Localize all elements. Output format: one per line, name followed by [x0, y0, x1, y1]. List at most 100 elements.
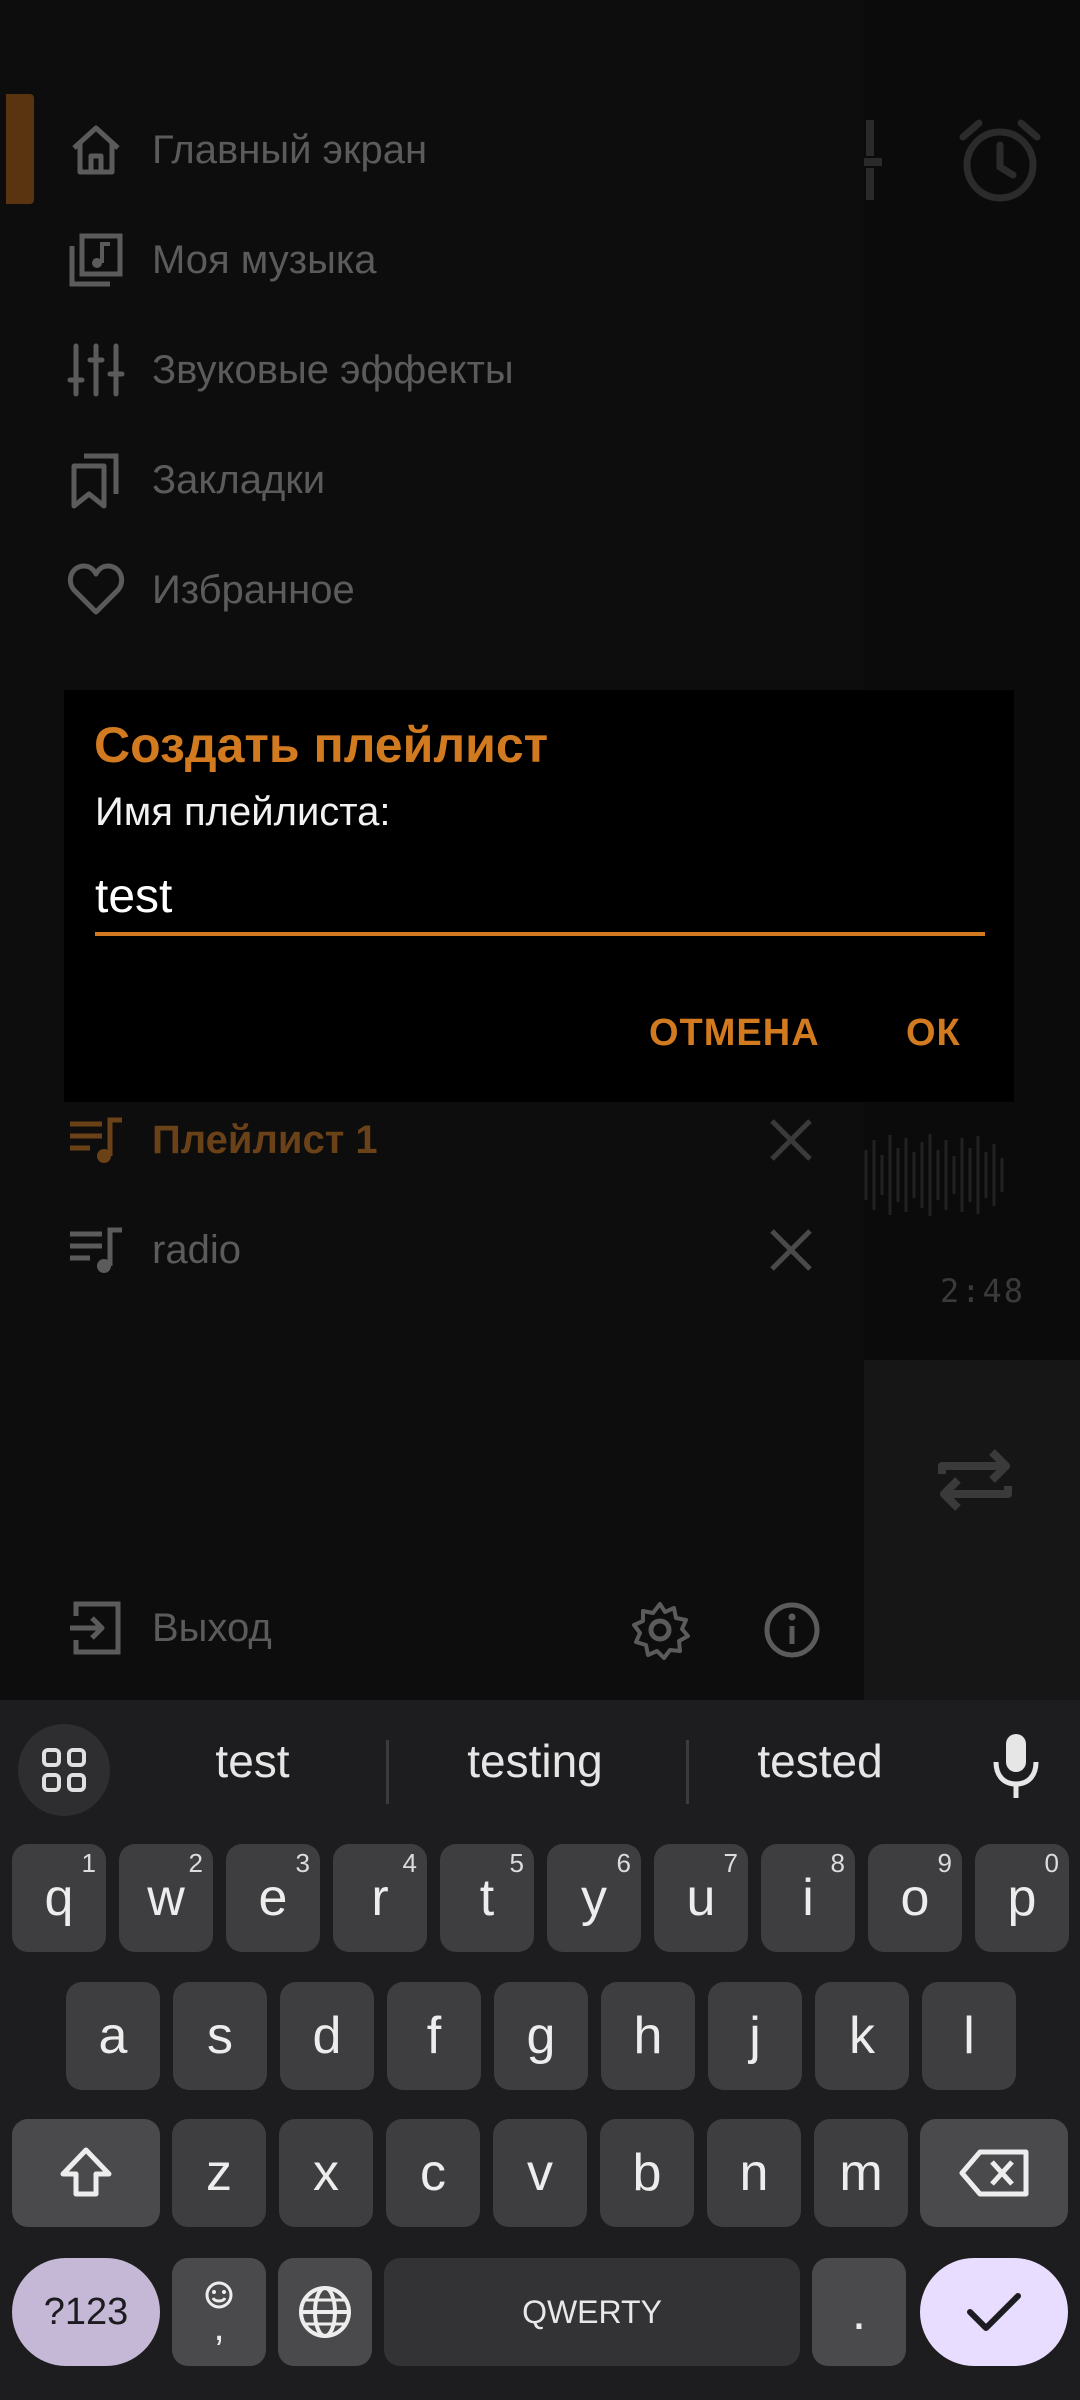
playlist-label: radio: [152, 1227, 241, 1272]
key-o[interactable]: o9: [868, 1844, 962, 1952]
bookmarks-icon: [71, 453, 119, 509]
player-controls-panel: [864, 1360, 1080, 1700]
playlist-label: Плейлист 1: [152, 1117, 378, 1162]
key-letter: p: [1007, 1869, 1037, 1927]
key-number-hint: 5: [509, 1848, 524, 1878]
key-letter: u: [686, 1869, 716, 1927]
period-key[interactable]: .: [812, 2258, 906, 2366]
drawer-item-label: Избранное: [152, 567, 355, 612]
info-icon[interactable]: [762, 1600, 822, 1660]
soft-keyboard: test testing tested q1w2e3r4t5y6u7i8o9p0…: [0, 1700, 1080, 2400]
drawer-item-sound-effects[interactable]: Звуковые эффекты: [0, 320, 864, 420]
checkmark-icon: [967, 2293, 1021, 2331]
playlist-icon: [70, 1117, 122, 1163]
drawer-item-label: Звуковые эффекты: [152, 347, 514, 392]
drawer-item-label: Моя музыка: [152, 237, 377, 282]
suggestion-1[interactable]: test: [170, 1734, 335, 1788]
key-number-hint: 9: [937, 1848, 952, 1878]
key-t[interactable]: t5: [440, 1844, 534, 1952]
key-l[interactable]: l: [922, 1982, 1016, 2090]
drawer-item-label: Закладки: [152, 457, 326, 502]
key-s[interactable]: s: [173, 1982, 267, 2090]
shift-arrow-icon: [60, 2147, 112, 2197]
key-letter: e: [258, 1869, 288, 1927]
key-letter: r: [371, 1869, 389, 1927]
globe-icon: [299, 2286, 351, 2338]
key-r[interactable]: r4: [333, 1844, 427, 1952]
drawer-item-home[interactable]: Главный экран: [0, 100, 864, 200]
comma-label: ,: [213, 2305, 225, 2349]
repeat-icon[interactable]: [930, 1440, 1020, 1520]
key-number-hint: 4: [402, 1848, 417, 1878]
close-icon[interactable]: [766, 1115, 816, 1165]
backspace-key[interactable]: [920, 2119, 1068, 2227]
suggestion-bar: test testing tested: [0, 1700, 1080, 1820]
key-b[interactable]: b: [600, 2119, 694, 2227]
key-d[interactable]: d: [280, 1982, 374, 2090]
waveform-visual[interactable]: [860, 1130, 1010, 1220]
key-letter: o: [900, 1869, 930, 1927]
key-g[interactable]: g: [494, 1982, 588, 2090]
key-number-hint: 1: [81, 1848, 96, 1878]
key-letter: w: [147, 1869, 185, 1927]
microphone-icon[interactable]: [990, 1732, 1042, 1802]
emoji-comma-key[interactable]: ,: [172, 2258, 266, 2366]
music-library-icon: [69, 233, 123, 287]
close-icon[interactable]: [766, 1225, 816, 1275]
playlist-item-2[interactable]: radio: [0, 1200, 864, 1300]
key-a[interactable]: a: [66, 1982, 160, 2090]
drawer-item-label: Главный экран: [152, 127, 428, 172]
key-c[interactable]: c: [386, 2119, 480, 2227]
dialog-title: Создать плейлист: [94, 717, 549, 773]
key-w[interactable]: w2: [119, 1844, 213, 1952]
cancel-button[interactable]: ОТМЕНА: [649, 1012, 820, 1055]
settings-gear-icon[interactable]: [630, 1600, 690, 1660]
key-letter: t: [479, 1869, 495, 1927]
key-letter: q: [44, 1869, 74, 1927]
key-u[interactable]: u7: [654, 1844, 748, 1952]
key-i[interactable]: i8: [761, 1844, 855, 1952]
backspace-icon: [959, 2149, 1029, 2197]
key-v[interactable]: v: [493, 2119, 587, 2227]
key-number-hint: 3: [295, 1848, 310, 1878]
key-j[interactable]: j: [708, 1982, 802, 2090]
key-y[interactable]: y6: [547, 1844, 641, 1952]
enter-key[interactable]: [920, 2258, 1068, 2366]
key-f[interactable]: f: [387, 1982, 481, 2090]
grid-icon: [42, 1748, 86, 1792]
playlist-icon: [70, 1227, 122, 1273]
key-h[interactable]: h: [601, 1982, 695, 2090]
drawer-item-bookmarks[interactable]: Закладки: [0, 430, 864, 530]
language-key[interactable]: [278, 2258, 372, 2366]
ok-button[interactable]: ОК: [906, 1012, 961, 1055]
key-e[interactable]: e3: [226, 1844, 320, 1952]
key-p[interactable]: p0: [975, 1844, 1069, 1952]
symbols-key[interactable]: ?123: [12, 2258, 160, 2366]
suggestion-3[interactable]: tested: [720, 1734, 920, 1788]
exit-button[interactable]: Выход: [0, 1578, 500, 1678]
key-n[interactable]: n: [707, 2119, 801, 2227]
drawer-footer: Выход: [0, 1578, 864, 1678]
drawer-item-favorites[interactable]: Избранное: [0, 540, 864, 640]
playlist-item-1[interactable]: Плейлист 1: [0, 1090, 864, 1190]
spacebar[interactable]: QWERTY: [384, 2258, 800, 2366]
suggestion-divider: [686, 1740, 689, 1804]
apps-grid-button[interactable]: [18, 1724, 110, 1816]
key-q[interactable]: q1: [12, 1844, 106, 1952]
shift-key[interactable]: [12, 2119, 160, 2227]
equalizer-icon: [67, 343, 125, 397]
alarm-clock-icon[interactable]: [955, 115, 1045, 205]
key-number-hint: 8: [830, 1848, 845, 1878]
create-playlist-dialog: Создать плейлист Имя плейлиста: ОТМЕНА О…: [64, 690, 1014, 1102]
key-x[interactable]: x: [279, 2119, 373, 2227]
key-m[interactable]: m: [814, 2119, 908, 2227]
key-number-hint: 0: [1044, 1848, 1059, 1878]
playlist-name-input[interactable]: [95, 860, 985, 936]
suggestion-2[interactable]: testing: [430, 1734, 640, 1788]
playlist-name-label: Имя плейлиста:: [95, 790, 391, 834]
home-icon: [72, 125, 120, 175]
track-duration: 2:48: [940, 1272, 1026, 1310]
key-z[interactable]: z: [172, 2119, 266, 2227]
key-k[interactable]: k: [815, 1982, 909, 2090]
drawer-item-my-music[interactable]: Моя музыка: [0, 210, 864, 310]
